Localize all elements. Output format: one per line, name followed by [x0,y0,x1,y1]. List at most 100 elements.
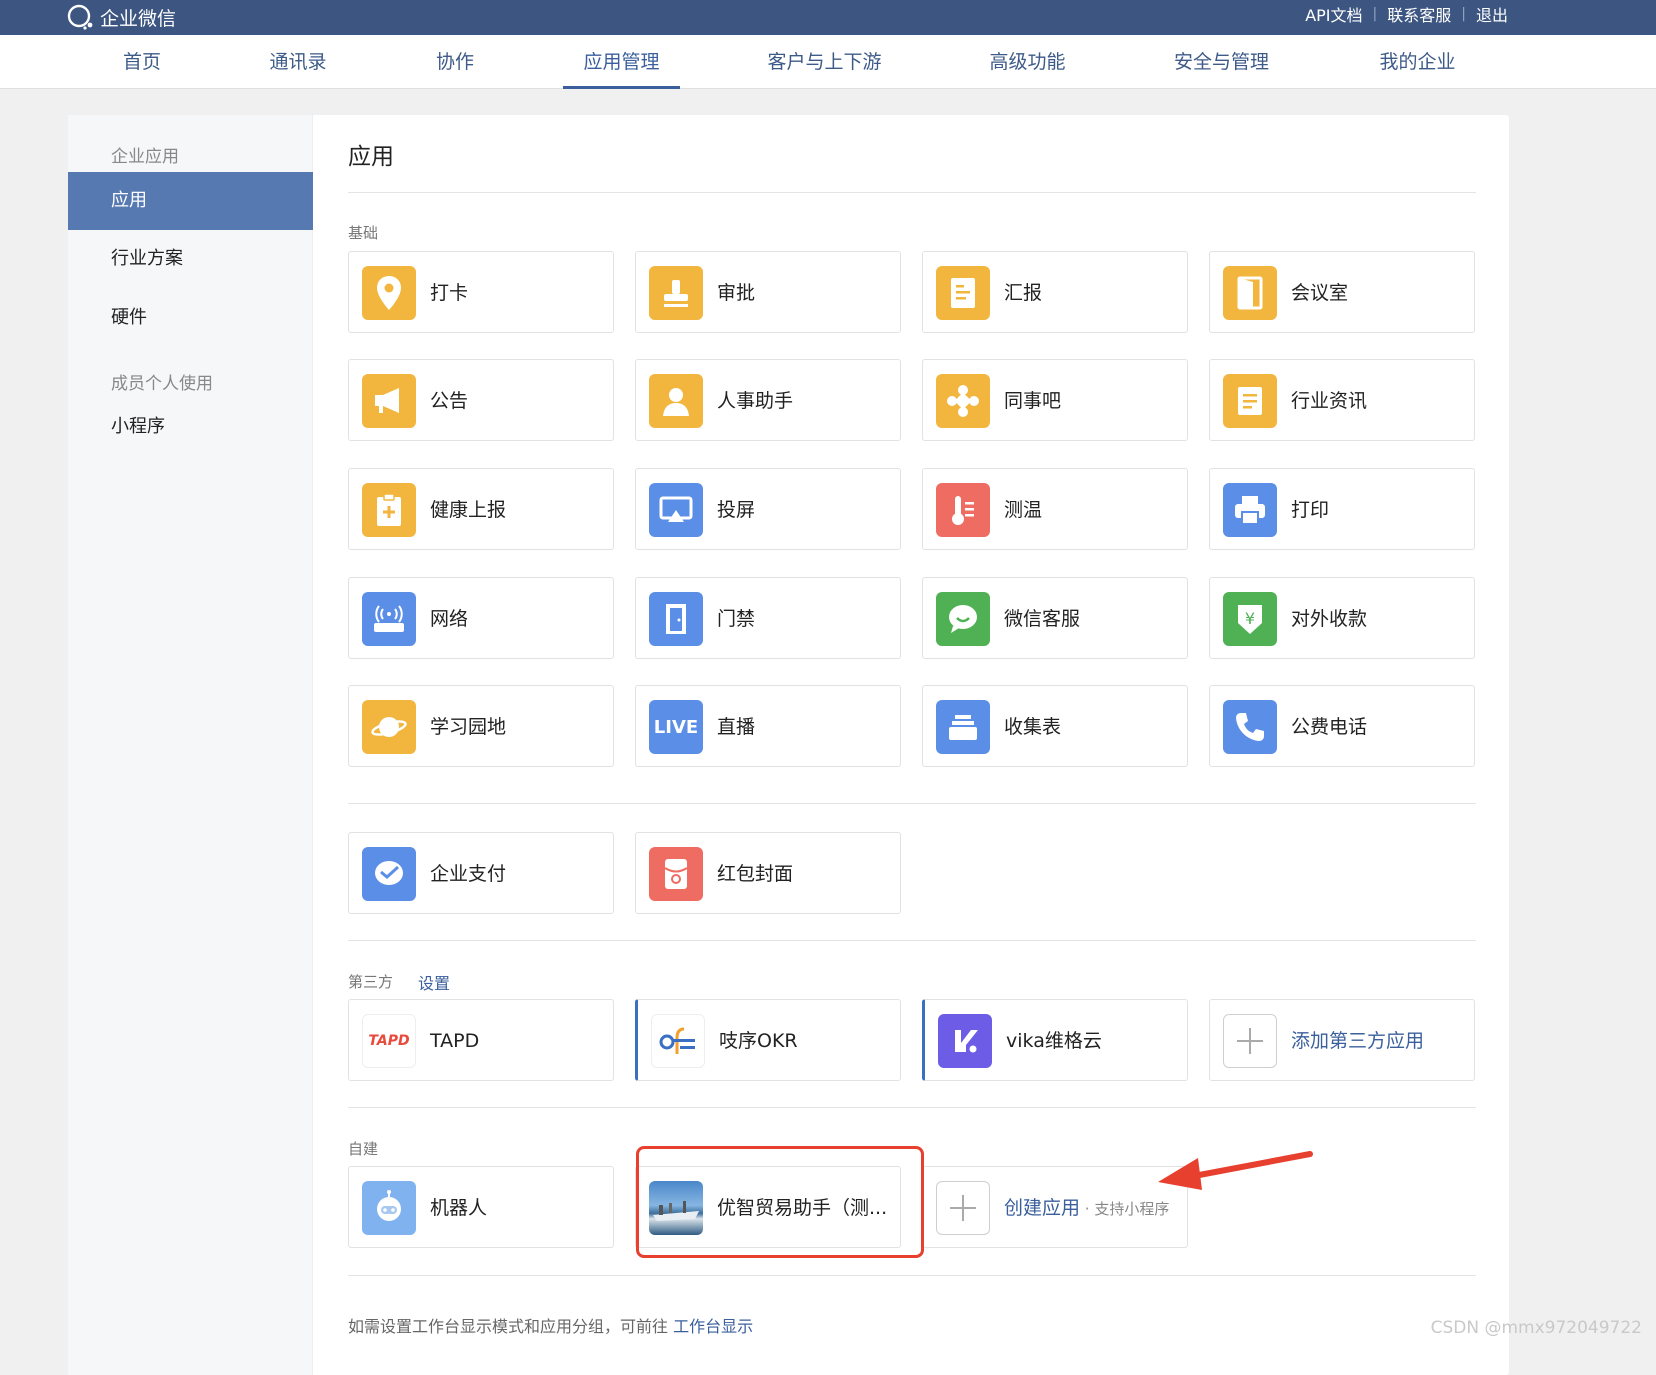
nav-my-company[interactable]: 我的企业 [1375,35,1460,89]
app-card-health-report[interactable]: 健康上报 [348,468,614,550]
sidebar-item-hardware[interactable]: 硬件 [68,289,313,347]
app-card-meeting-room[interactable]: 会议室 [1209,251,1475,333]
app-card-wechat-service[interactable]: 微信客服 [922,577,1188,659]
okr-logo-icon [651,1014,705,1068]
top-bar: 企业微信 API文档 | 联系客服 | 退出 [0,0,1656,35]
app-label: 机器人 [430,1197,488,1219]
app-label: 汇报 [1004,282,1043,304]
tray-icon [936,700,990,754]
divider: | [1372,6,1378,22]
nav-customers[interactable]: 客户与上下游 [762,35,887,89]
community-icon [936,374,990,428]
add-third-party-app-button[interactable]: 添加第三方应用 [1209,999,1475,1081]
app-label: 同事吧 [1004,390,1062,412]
highlight-box [636,1146,924,1258]
app-card-tapd[interactable]: TAPD TAPD [348,999,614,1081]
app-label: 健康上报 [430,499,507,521]
main-nav: 首页 通讯录 协作 应用管理 客户与上下游 高级功能 安全与管理 我的企业 [0,35,1656,89]
nav-security[interactable]: 安全与管理 [1170,35,1273,89]
app-label: 打印 [1291,499,1330,521]
divider [348,1275,1476,1276]
app-card-vika[interactable]: vika维格云 [922,999,1188,1081]
app-label: 打卡 [430,282,469,304]
app-card-robot[interactable]: 机器人 [348,1166,614,1248]
divider [348,803,1476,804]
divider [348,192,1476,193]
sidebar: 企业应用 应用 行业方案 硬件 成员个人使用 小程序 [68,115,313,1375]
app-card-announcement[interactable]: 公告 [348,359,614,441]
plus-icon [1223,1014,1277,1068]
app-label: 人事助手 [717,390,794,412]
red-arrow-annotation [1158,1151,1313,1190]
app-label: 企业支付 [430,863,507,885]
phone-icon [1223,700,1277,754]
app-card-report[interactable]: 汇报 [922,251,1188,333]
nav-advanced[interactable]: 高级功能 [985,35,1070,89]
workspace-display-link[interactable]: 工作台显示 [673,1317,753,1336]
app-card-learning[interactable]: 学习园地 [348,685,614,767]
app-label: 公费电话 [1291,716,1368,738]
screen-cast-icon [649,483,703,537]
app-card-industry-news[interactable]: 行业资讯 [1209,359,1475,441]
app-label: 公告 [430,390,469,412]
nav-app-management[interactable]: 应用管理 [563,35,680,89]
app-card-public-phone[interactable]: 公费电话 [1209,685,1475,767]
app-card-network[interactable]: 网络 [348,577,614,659]
app-card-enterprise-pay[interactable]: 企业支付 [348,832,614,914]
plus-icon [936,1181,990,1235]
app-card-collect-form[interactable]: 收集表 [922,685,1188,767]
app-label: 微信客服 [1004,608,1081,630]
logo-text: 企业微信 [100,7,177,30]
tapd-logo-icon: TAPD [362,1014,416,1068]
divider [348,940,1476,941]
divider: | [1461,6,1466,22]
divider [348,1107,1476,1108]
app-card-access-control[interactable]: 门禁 [635,577,901,659]
nav-home[interactable]: 首页 [112,35,172,89]
contact-support-link[interactable]: 联系客服 [1387,2,1451,26]
add-third-party-label: 添加第三方应用 [1291,1030,1425,1052]
app-card-print[interactable]: 打印 [1209,468,1475,550]
app-label: 门禁 [717,608,756,630]
top-links: API文档 | 联系客服 | 退出 [1305,0,1508,28]
nav-collaboration[interactable]: 协作 [425,35,485,89]
app-card-payments[interactable]: ¥ 对外收款 [1209,577,1475,659]
sidebar-item-industry[interactable]: 行业方案 [68,230,313,288]
app-label: 红包封面 [717,863,794,885]
health-clipboard-icon [362,483,416,537]
app-card-temperature[interactable]: 测温 [922,468,1188,550]
sidebar-item-apps[interactable]: 应用 [68,172,313,230]
app-label: TAPD [430,1030,480,1052]
app-card-hr-assistant[interactable]: 人事助手 [635,359,901,441]
section-third-party-label: 第三方 [348,973,394,991]
app-label: 直播 [717,716,756,738]
app-card-okr[interactable]: 吱序OKR [635,999,901,1081]
svg-text:¥: ¥ [1245,609,1255,628]
wecom-logo-icon [67,4,93,30]
location-pin-icon [362,266,416,320]
create-app-text: 创建应用 [1004,1197,1081,1219]
app-label: 会议室 [1291,282,1349,304]
section-basic-label: 基础 [348,224,379,242]
app-card-colleagues[interactable]: 同事吧 [922,359,1188,441]
door-icon [1223,266,1277,320]
app-card-approval[interactable]: 审批 [635,251,901,333]
wecom-logo[interactable]: 企业微信 [66,3,176,31]
app-card-checkin[interactable]: 打卡 [348,251,614,333]
sidebar-item-miniprogram[interactable]: 小程序 [68,398,313,456]
sidebar-section-enterprise-apps: 企业应用 [111,147,179,167]
chat-bubble-icon [936,592,990,646]
app-card-red-envelope[interactable]: 红包封面 [635,832,901,914]
app-label: 收集表 [1004,716,1062,738]
workspace-note-text: 如需设置工作台显示模式和应用分组，可前往 [348,1317,674,1336]
create-app-button[interactable]: 创建应用 · 支持小程序 [922,1166,1188,1248]
app-card-screen-cast[interactable]: 投屏 [635,468,901,550]
vika-logo-icon [938,1014,992,1068]
person-icon [649,374,703,428]
pay-icon [362,847,416,901]
third-party-settings-link[interactable]: 设置 [418,970,450,994]
logout-link[interactable]: 退出 [1476,2,1508,26]
api-docs-link[interactable]: API文档 [1305,2,1362,26]
app-card-live[interactable]: LIVE 直播 [635,685,901,767]
nav-contacts[interactable]: 通讯录 [263,35,333,89]
